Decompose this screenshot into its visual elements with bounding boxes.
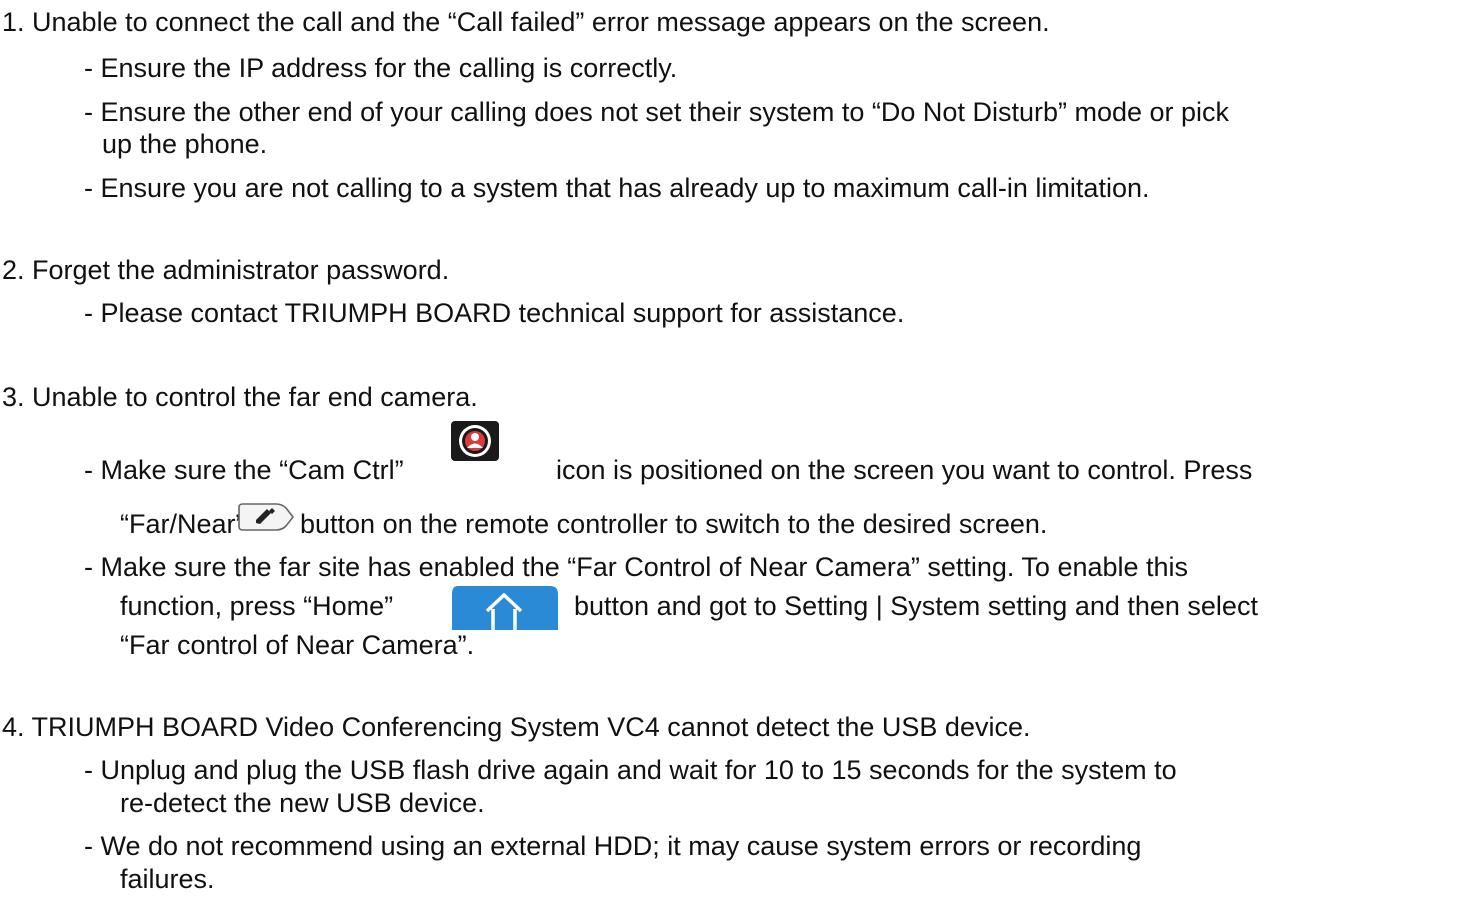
section-3-item-1-end: icon is positioned on the screen you wan… — [556, 455, 1253, 485]
home-button-icon — [448, 584, 560, 632]
section-4-item-2-continued: failures. — [120, 864, 215, 894]
section-1-heading: 1. Unable to connect the call and the “C… — [2, 7, 1050, 37]
far-near-button-icon — [236, 502, 296, 532]
section-2-heading: 2. Forget the administrator password. — [2, 255, 450, 285]
section-1-item-1: - Ensure the IP address for the calling … — [84, 53, 678, 83]
section-1-item-2-continued: up the phone. — [102, 129, 268, 159]
section-4-item-2: - We do not recommend using an external … — [84, 831, 1142, 861]
section-3-item-2-end: “Far control of Near Camera”. — [120, 630, 475, 660]
section-3-item-2-continued: button and got to Setting | System setti… — [574, 591, 1258, 621]
section-3-far-near-label: “Far/Near” — [120, 509, 245, 539]
section-1-item-2: - Ensure the other end of your calling d… — [84, 97, 1230, 127]
section-3-heading: 3. Unable to control the far end camera. — [2, 382, 478, 412]
cam-ctrl-icon — [450, 420, 500, 462]
section-4-item-1: - Unplug and plug the USB flash drive ag… — [84, 755, 1177, 785]
section-3-item-1-continued: button on the remote controller to switc… — [300, 509, 1048, 539]
section-2-item-1: - Please contact TRIUMPH BOARD technical… — [84, 298, 905, 328]
section-3-item-1-start: - Make sure the “Cam Ctrl” — [84, 455, 404, 485]
section-3-item-2: - Make sure the far site has enabled the… — [84, 552, 1189, 582]
section-4-heading: 4. TRIUMPH BOARD Video Conferencing Syst… — [2, 712, 1031, 742]
section-3-home-label: function, press “Home” — [120, 591, 394, 621]
section-4-item-1-continued: re-detect the new USB device. — [120, 788, 485, 818]
section-1-item-3: - Ensure you are not calling to a system… — [84, 173, 1150, 203]
